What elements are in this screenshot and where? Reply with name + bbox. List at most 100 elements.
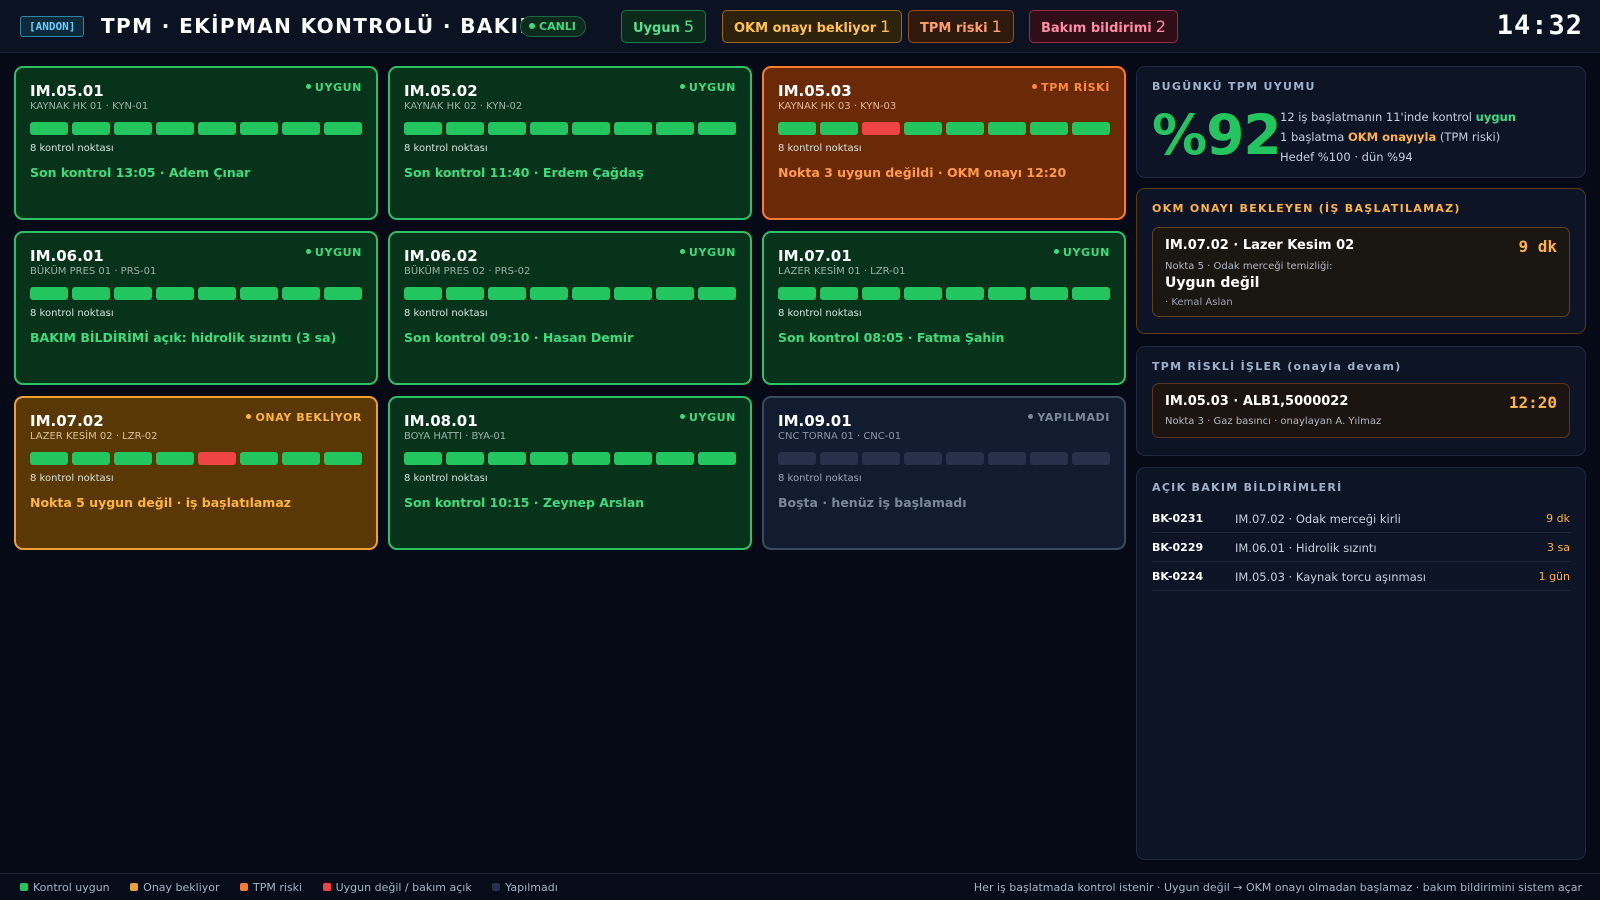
station-status-badge: UYGUN [1053,246,1110,259]
checkpoint-segment [72,122,110,135]
station-id: IM.07.02 [30,412,104,430]
checkpoint-segment [656,122,694,135]
maintenance-age: 3 sa [1547,541,1570,554]
station-card[interactable]: IM.09.01 YAPILMADI CNC TORNA 01 · CNC-01 8 … [762,396,1126,550]
checkpoint-segment [1030,452,1068,465]
checkpoint-segment [698,287,736,300]
station-card[interactable]: IM.08.01 UYGUN BOYA HATTI · BYA-01 8 kontro… [388,396,752,550]
checkpoint-segment [198,287,236,300]
checkpoint-segment [446,287,484,300]
okm-item-check: Nokta 5 · Odak merceği temizliği: [1165,261,1333,272]
okm-item-title: IM.07.02 · Lazer Kesim 02 [1165,238,1355,253]
station-card[interactable]: IM.06.01 UYGUN BÜKÜM PRES 01 · PRS-01 8 kon… [14,231,378,385]
station-note: Boşta · henüz iş başlamadı [778,495,967,510]
legend-swatch-icon [322,883,331,891]
station-card-header: IM.08.01 UYGUN [404,411,736,431]
maintenance-desc: IM.07.02 · Odak merceği kirli [1235,512,1401,526]
legend-swatch-icon [130,883,139,891]
station-note: Son kontrol 10:15 · Zeynep Arslan [404,495,645,510]
station-card[interactable]: IM.05.02 UYGUN KAYNAK HK 02 · KYN-02 8 kont… [388,66,752,220]
legend-swatch-icon [240,883,249,891]
checkpoint-segment [988,122,1026,135]
maintenance-desc: IM.05.03 · Kaynak torcu aşınması [1235,570,1426,584]
station-card[interactable]: IM.05.01 UYGUN KAYNAK HK 01 · KYN-01 8 kont… [14,66,378,220]
stat-count: 5 [683,17,695,36]
station-card[interactable]: IM.07.01 UYGUN LAZER KESİM 01 · LZR-01 8 ko… [762,231,1126,385]
legend: Kontrol uygun Onay bekliyor TPM riski Uy… [20,881,575,894]
station-status-label: UYGUN [1062,246,1110,259]
tpm-risk-heading: TPM RİSKLİ İŞLER (onayla devam) [1152,360,1402,373]
checkpoint-segment [240,122,278,135]
station-card[interactable]: IM.06.02 UYGUN BÜKÜM PRES 02 · PRS-02 8 kon… [388,231,752,385]
checkpoint-bar [30,287,362,300]
legend-item-bad: Uygun değil / bakım açık [322,881,472,894]
checkpoint-bar [404,287,736,300]
checkpoint-segment [946,452,984,465]
legend-item-waiting: Onay bekliyor [130,881,220,894]
station-status-badge: UYGUN [679,246,736,259]
tpm-risk-item[interactable]: IM.05.03 · ALB1,5000022 12:20 Nokta 3 · … [1152,383,1570,438]
checkpoint-count: 8 kontrol noktası [30,473,114,484]
checkpoint-segment [656,452,694,465]
station-status-badge: YAPILMADI [1028,411,1110,424]
checkpoint-segment [778,287,816,300]
station-id: IM.05.01 [30,82,104,100]
station-note: Son kontrol 08:05 · Fatma Şahin [778,330,1005,345]
maintenance-row[interactable]: BK-0224 IM.05.03 · Kaynak torcu aşınması… [1152,562,1570,591]
compliance-line-2-em: OKM onayıyla [1347,130,1437,144]
checkpoint-segment [1072,287,1110,300]
checkpoint-segment [1072,452,1110,465]
legend-item-risk: TPM riski [240,881,302,894]
stat-pill-okm-pending[interactable]: OKM onayı bekliyor 1 [722,10,903,43]
station-id: IM.08.01 [404,412,478,430]
stat-count: 2 [1155,17,1166,36]
checkpoint-segment [72,287,110,300]
checkpoint-segment [698,122,736,135]
status-dot-icon [1053,249,1059,254]
station-status-label: TPM RİSKİ [1041,81,1110,94]
stat-label: Uygun [633,21,680,36]
checkpoint-segment [30,287,68,300]
checkpoint-segment [488,452,526,465]
station-note: Son kontrol 13:05 · Adem Çınar [30,165,251,180]
compliance-value: %92 [1152,103,1282,167]
stat-pill-tpm-risk[interactable]: TPM riski 1 [908,10,1014,43]
stat-label: Bakım bildirimi [1041,21,1152,36]
legend-label: Uygun değil / bakım açık [335,881,472,894]
checkpoint-count: 8 kontrol noktası [30,143,114,154]
checkpoint-segment [904,122,942,135]
station-note: Son kontrol 09:10 · Hasan Demir [404,330,634,345]
checkpoint-bar [778,452,1110,465]
station-id: IM.09.01 [778,412,852,430]
checkpoint-count: 8 kontrol noktası [778,143,862,154]
legend-item-idle: Yapılmadı [492,881,558,894]
stat-pill-maintenance[interactable]: Bakım bildirimi 2 [1029,10,1178,43]
checkpoint-bar [30,122,362,135]
station-note: Nokta 3 uygun değildi · OKM onayı 12:20 [778,165,1067,180]
checkpoint-segment [862,122,900,135]
status-dot-icon [246,414,252,419]
checkpoint-segment [198,452,236,465]
station-card[interactable]: IM.05.03 TPM RİSKİ KAYNAK HK 03 · KYN-03 8 … [762,66,1126,220]
station-note: BAKIM BİLDİRİMİ açık: hidrolik sızıntı (… [30,330,337,345]
compliance-line-1-em: uygun [1475,110,1516,124]
station-machine: KAYNAK HK 02 · KYN-02 [404,101,523,112]
checkpoint-bar [778,287,1110,300]
stat-pill-ok[interactable]: Uygun 5 [621,10,707,43]
station-id: IM.05.02 [404,82,478,100]
station-card[interactable]: IM.07.02 ONAY BEKLİYOR LAZER KESİM 02 · LZ… [14,396,378,550]
maintenance-row[interactable]: BK-0231 IM.07.02 · Odak merceği kirli 9 … [1152,504,1570,533]
checkpoint-count: 8 kontrol noktası [404,473,488,484]
checkpoint-segment [282,452,320,465]
checkpoint-count: 8 kontrol noktası [778,473,862,484]
checkpoint-segment [156,287,194,300]
station-note: Son kontrol 11:40 · Erdem Çağdaş [404,165,644,180]
checkpoint-bar [30,452,362,465]
checkpoint-segment [530,452,568,465]
checkpoint-segment [614,287,652,300]
maintenance-row[interactable]: BK-0229 IM.06.01 · Hidrolik sızıntı 3 sa [1152,533,1570,562]
okm-pending-item[interactable]: IM.07.02 · Lazer Kesim 02 9 dk Nokta 5 ·… [1152,227,1570,317]
station-card-header: IM.05.01 UYGUN [30,81,362,101]
station-status-badge: ONAY BEKLİYOR [246,411,362,424]
checkpoint-segment [114,452,152,465]
